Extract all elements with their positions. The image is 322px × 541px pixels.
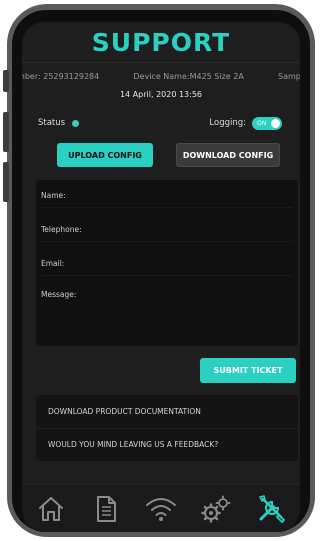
ticket-form: Name: Telephone: Email: Message: [36,180,298,346]
device-info-line: Number: 25293129284 Device Name:M425 Siz… [22,72,300,84]
nav-settings[interactable] [193,489,239,529]
email-field[interactable]: Email: [41,253,293,276]
logging-label: Logging: [209,118,246,128]
side-button-middle [3,112,9,152]
telephone-field-label: Telephone: [41,225,82,234]
links-divider [36,428,298,429]
telephone-field[interactable]: Telephone: [41,219,293,242]
page-title: SUPPORT [91,28,231,57]
side-button-top [3,70,9,92]
email-field-label: Email: [41,259,65,268]
side-button-bottom [3,162,9,202]
download-documentation-link[interactable]: DOWNLOAD PRODUCT DOCUMENTATION [48,397,290,427]
app-screen: SUPPORT Number: 25293129284 Device Name:… [22,22,300,532]
message-field[interactable]: Message: [41,284,293,340]
device-number: Number: 25293129284 [22,72,100,81]
nav-documents[interactable] [83,489,129,529]
device-sample: Sample [278,72,300,81]
logging-control: Logging: ON [209,116,282,130]
status-label: Status [38,118,66,128]
title-divider [22,62,300,63]
support-links: DOWNLOAD PRODUCT DOCUMENTATION WOULD YOU… [36,395,298,461]
device-name: Device Name:M425 Size 2A [133,72,244,81]
logging-toggle-text: ON [257,119,267,127]
message-field-label: Message: [41,290,77,299]
gears-icon [201,495,231,523]
datetime-label: 14 April, 2020 13:56 [119,90,203,99]
status-indicator: Status [38,118,80,128]
nav-support[interactable] [248,489,294,529]
wifi-icon [145,498,176,521]
status-row: Status Logging: ON [38,116,282,130]
download-config-button[interactable]: DOWNLOAD CONFIG [176,143,280,167]
upload-config-button[interactable]: UPLOAD CONFIG [57,143,153,167]
document-icon [97,496,117,522]
status-dot-icon [72,119,80,127]
nav-wireless[interactable] [138,489,184,529]
bottom-navigation [22,484,300,532]
name-field[interactable]: Name: [41,185,293,208]
logging-toggle[interactable]: ON [252,116,282,130]
home-icon [39,497,64,521]
feedback-link[interactable]: WOULD YOU MIND LEAVING US A FEEDBACK? [48,430,290,460]
toggle-knob [271,118,280,128]
nav-home[interactable] [28,489,74,529]
tools-icon [258,495,285,524]
name-field-label: Name: [41,191,66,200]
submit-ticket-button[interactable]: SUBMIT TICKET [200,358,296,383]
